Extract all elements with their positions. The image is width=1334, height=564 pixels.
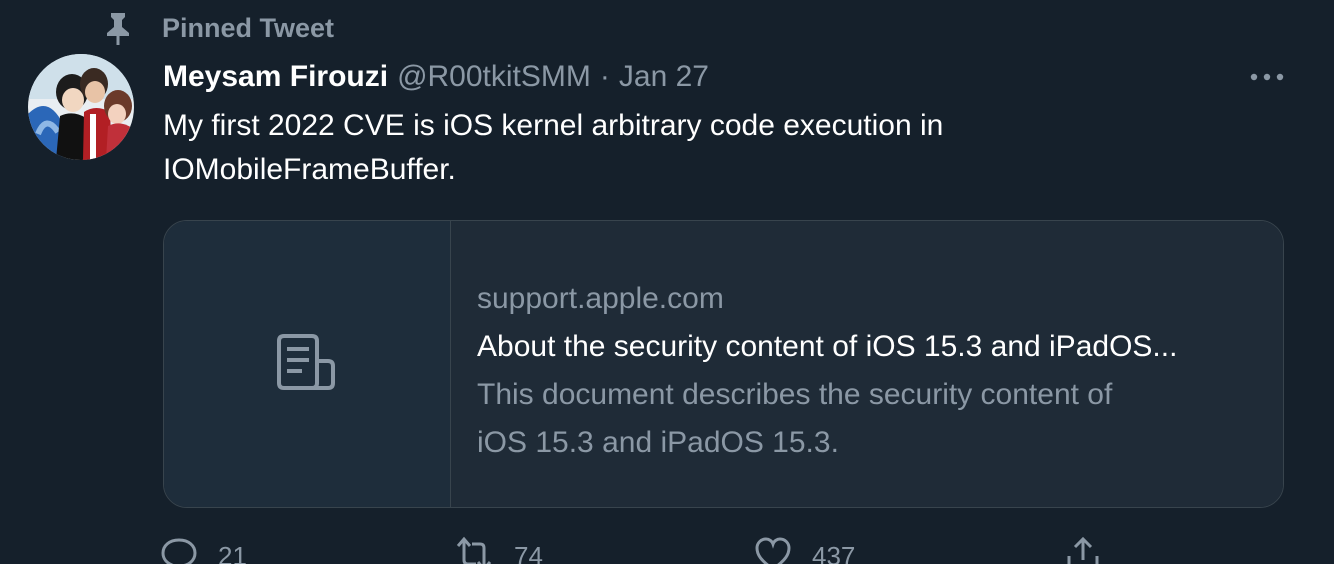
link-card[interactable]: support.apple.com About the security con… <box>163 220 1284 508</box>
document-icon <box>276 333 338 396</box>
separator-dot: · <box>599 60 610 93</box>
card-thumbnail <box>164 221 451 507</box>
card-domain: support.apple.com <box>477 282 724 315</box>
share-icon <box>1065 536 1101 564</box>
more-options-button[interactable] <box>1242 56 1292 98</box>
card-body: support.apple.com About the security con… <box>451 221 1283 507</box>
retweet-icon <box>454 536 494 564</box>
pin-icon <box>100 10 136 46</box>
reply-icon <box>160 536 198 564</box>
card-description: This document describes the security con… <box>477 371 1237 467</box>
card-description-line: iOS 15.3 and iPadOS 15.3. <box>477 426 839 459</box>
tweet-text: My first 2022 CVE is iOS kernel arbitrar… <box>163 104 1283 192</box>
like-count: 437 <box>812 541 856 564</box>
card-description-line: This document describes the security con… <box>477 378 1113 411</box>
reply-button[interactable]: 21 <box>160 536 247 564</box>
tweet-actions: 21 74 437 <box>160 536 1160 564</box>
tweet-container: Pinned Tweet Meysam Firouzi @R00tkitSMM … <box>0 0 1334 564</box>
avatar[interactable] <box>28 54 134 160</box>
more-icon <box>1250 68 1284 86</box>
reply-count: 21 <box>218 541 247 564</box>
tweet-header: Meysam Firouzi @R00tkitSMM · Jan 27 <box>163 56 709 98</box>
tweet-text-line: My first 2022 CVE is iOS kernel arbitrar… <box>163 109 944 142</box>
like-button[interactable]: 437 <box>754 536 855 564</box>
retweet-count: 74 <box>514 541 543 564</box>
card-title: About the security content of iOS 15.3 a… <box>477 330 1178 363</box>
retweet-button[interactable]: 74 <box>454 536 543 564</box>
tweet-date[interactable]: Jan 27 <box>619 60 709 94</box>
tweet-text-line: IOMobileFrameBuffer. <box>163 153 456 186</box>
author-handle[interactable]: @R00tkitSMM <box>397 60 591 94</box>
share-button[interactable] <box>1065 536 1101 564</box>
author-name[interactable]: Meysam Firouzi <box>163 60 388 94</box>
pinned-label: Pinned Tweet <box>162 12 335 43</box>
pinned-indicator: Pinned Tweet <box>100 10 334 46</box>
heart-icon <box>754 536 792 564</box>
